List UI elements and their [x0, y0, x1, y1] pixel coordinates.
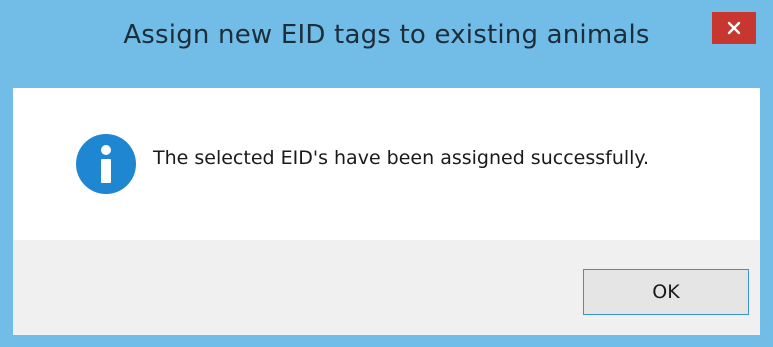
message-text: The selected EID's have been assigned su… — [153, 147, 649, 169]
close-button[interactable] — [712, 12, 756, 44]
window-frame-right — [760, 88, 773, 335]
close-icon — [726, 20, 742, 36]
message-area: The selected EID's have been assigned su… — [13, 88, 760, 240]
message-dialog: Assign new EID tags to existing animals … — [0, 0, 773, 347]
window-frame-left — [0, 88, 13, 335]
ok-button[interactable]: OK — [583, 269, 749, 315]
info-icon — [74, 132, 138, 196]
title-bar[interactable]: Assign new EID tags to existing animals — [0, 0, 773, 88]
button-bar: OK — [13, 240, 760, 335]
dialog-title: Assign new EID tags to existing animals — [123, 20, 650, 50]
window-frame-bottom — [0, 335, 773, 347]
